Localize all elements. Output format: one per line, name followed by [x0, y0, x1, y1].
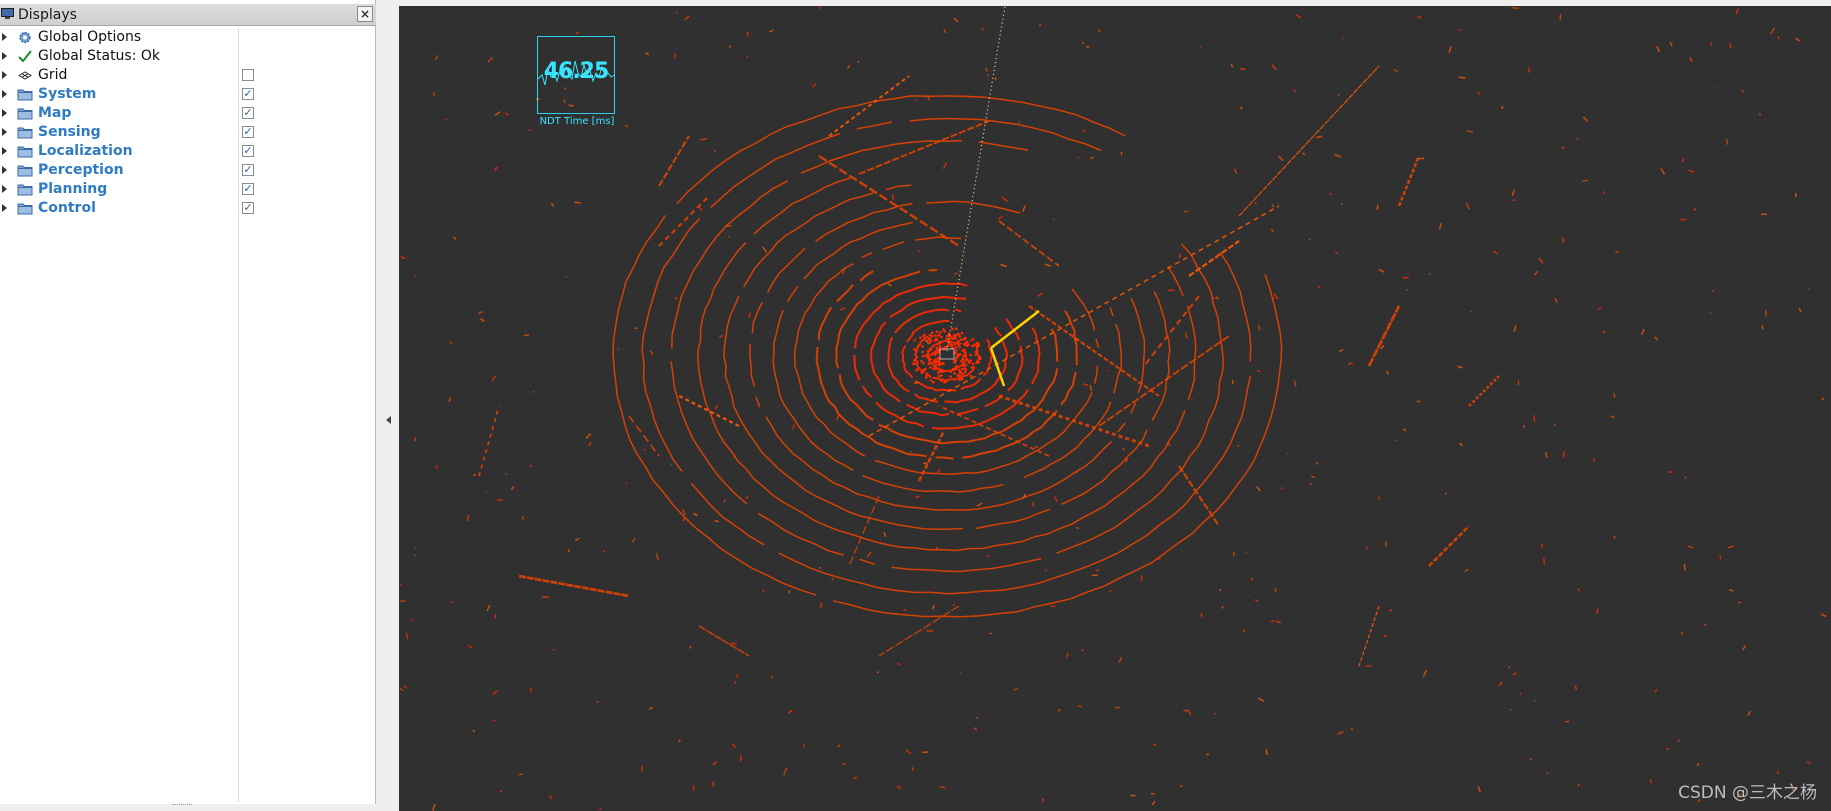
expand-arrow-icon[interactable] [2, 185, 7, 193]
display-enable-checkbox[interactable]: ✓ [242, 126, 254, 138]
collapse-panel-arrow-icon[interactable] [386, 416, 391, 424]
display-item-label: System [38, 86, 97, 102]
ndt-time-value: 46.25 [543, 59, 610, 84]
folder-icon [17, 108, 33, 120]
folder-icon [17, 146, 33, 158]
resize-grip[interactable] [172, 804, 192, 809]
display-item-label: Global Status: Ok [38, 48, 161, 64]
expand-arrow-icon[interactable] [2, 166, 7, 174]
watermark: CSDN @三木之杨 [1678, 783, 1817, 803]
display-item-localization[interactable]: Localization ✓ [0, 142, 375, 161]
display-item-label: Global Options [38, 29, 142, 45]
folder-icon [17, 127, 33, 139]
display-enable-checkbox[interactable]: ✓ [242, 107, 254, 119]
display-enable-checkbox[interactable]: ✓ [242, 202, 254, 214]
grid-icon [18, 71, 32, 80]
display-item-label: Map [38, 105, 72, 121]
expand-arrow-icon[interactable] [2, 71, 7, 79]
display-enable-checkbox[interactable]: ✓ [242, 164, 254, 176]
displays-panel-header: Displays × [0, 4, 376, 26]
display-item-label: Planning [38, 181, 108, 197]
ndt-time-plot: 46.25 [537, 36, 615, 114]
display-item-system[interactable]: System ✓ [0, 85, 375, 104]
expand-arrow-icon[interactable] [2, 204, 7, 212]
checkmark-icon [18, 50, 32, 63]
displays-panel-title: Displays [18, 7, 77, 23]
displays-panel: Displays × Global Options Global Status: … [0, 0, 376, 804]
display-enable-checkbox[interactable]: ✓ [242, 183, 254, 195]
gear-icon [19, 31, 31, 44]
display-item-control[interactable]: Control ✓ [0, 199, 375, 218]
close-panel-button[interactable]: × [357, 6, 373, 22]
expand-arrow-icon[interactable] [2, 109, 7, 117]
folder-icon [17, 203, 33, 215]
expand-arrow-icon[interactable] [2, 52, 7, 60]
display-item-perception[interactable]: Perception ✓ [0, 161, 375, 180]
display-item-global-options[interactable]: Global Options [0, 28, 375, 47]
display-enable-checkbox[interactable] [242, 69, 254, 81]
display-item-map[interactable]: Map ✓ [0, 104, 375, 123]
rviz-window: Displays × Global Options Global Status: … [0, 0, 1831, 811]
folder-icon [17, 89, 33, 101]
display-item-label: Localization [38, 143, 133, 159]
display-item-global-status-ok[interactable]: Global Status: Ok [0, 47, 375, 66]
folder-icon [17, 165, 33, 177]
3d-viewport[interactable]: 46.25 NDT Time [ms] CSDN @三木之杨 [399, 6, 1831, 811]
ndt-time-label: NDT Time [ms] [539, 116, 615, 127]
folder-icon [17, 184, 33, 196]
expand-arrow-icon[interactable] [2, 147, 7, 155]
display-enable-checkbox[interactable]: ✓ [242, 88, 254, 100]
display-item-planning[interactable]: Planning ✓ [0, 180, 375, 199]
display-item-grid[interactable]: Grid [0, 66, 375, 85]
display-item-label: Control [38, 200, 96, 216]
display-item-sensing[interactable]: Sensing ✓ [0, 123, 375, 142]
display-item-label: Grid [38, 67, 68, 83]
expand-arrow-icon[interactable] [2, 128, 7, 136]
monitor-icon [1, 8, 14, 19]
expand-arrow-icon[interactable] [2, 33, 7, 41]
expand-arrow-icon[interactable] [2, 90, 7, 98]
display-item-label: Sensing [38, 124, 101, 140]
display-item-label: Perception [38, 162, 124, 178]
displays-tree: Global Options Global Status: Ok Grid Syste… [0, 28, 375, 804]
display-enable-checkbox[interactable]: ✓ [242, 145, 254, 157]
